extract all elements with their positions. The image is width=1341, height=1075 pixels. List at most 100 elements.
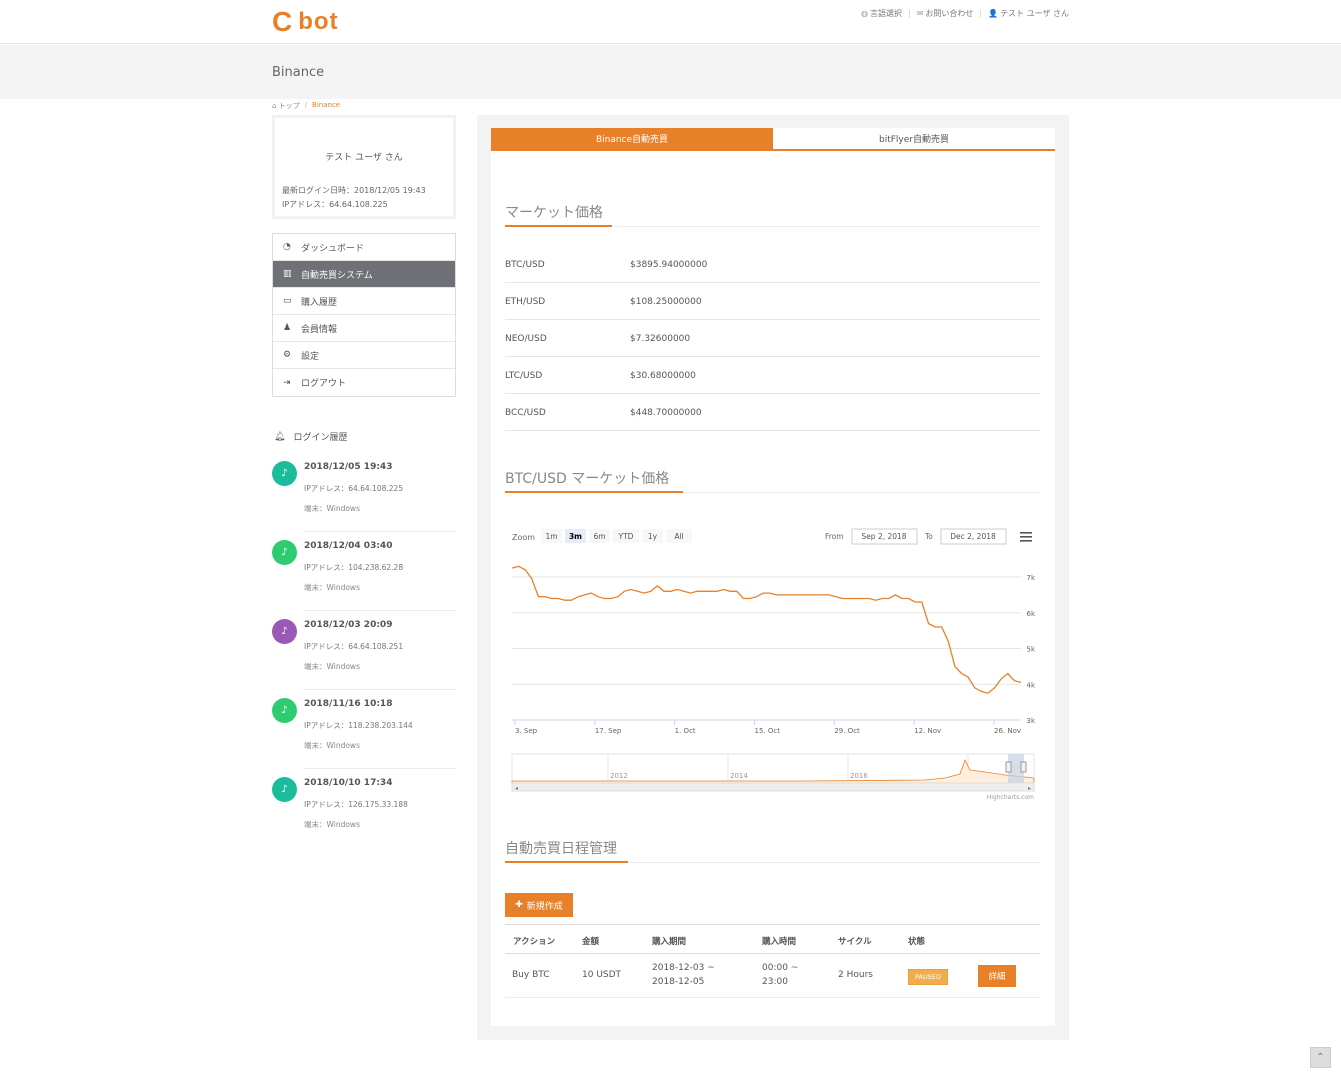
sidebar-item-purchase-history[interactable]: ▭ 購入履歴 [273, 288, 455, 315]
x-tick-label: 12. Nov [914, 727, 941, 735]
scroll-right-icon[interactable]: ▸ [1028, 785, 1031, 792]
pair-label: BTC/USD [505, 260, 545, 270]
breadcrumb-home[interactable]: ⌂ トップ [272, 101, 300, 111]
list-item: ♪ 2018/11/16 10:18 IPアドレス：118.238.203.14… [272, 689, 456, 769]
x-tick-label: 15. Oct [755, 727, 781, 735]
bell-icon: ♪ [272, 461, 297, 486]
contact-link[interactable]: ✉ お問い合わせ [917, 8, 974, 19]
list-item: ♪ 2018/10/10 17:34 IPアドレス：126.175.33.188… [272, 768, 456, 847]
exchange-tabs: Binance自動売買 bitFlyer自動売買 [491, 128, 1055, 151]
table-row: LTC/USD $30.68000000 [505, 357, 1040, 394]
top-bar: C bot ◍ 言語選択 | ✉ お問い合わせ | 👤 テスト ユーザ さん [0, 0, 1341, 44]
new-schedule-button[interactable]: ✚ 新規作成 [505, 893, 573, 917]
user-icon: ♟ [283, 323, 292, 333]
zoom-button-label: 6m [593, 532, 605, 541]
table-row: ETH/USD $108.25000000 [505, 283, 1040, 320]
chart-credit[interactable]: Highcharts.com [987, 794, 1034, 801]
profile-ip: IPアドレス：64.64.108.225 [282, 200, 388, 209]
chevron-up-icon: ⌃ [1316, 1052, 1325, 1063]
tab-bitflyer[interactable]: bitFlyer自動売買 [773, 128, 1055, 149]
language-link[interactable]: ◍ 言語選択 [861, 8, 902, 19]
card-icon: ▭ [283, 296, 292, 306]
navigator-scrollbar[interactable] [511, 782, 1035, 792]
sidebar-item-logout[interactable]: ⇥ ログアウト [273, 369, 455, 396]
price-value: $108.25000000 [630, 297, 702, 307]
divider: | [907, 9, 911, 18]
login-time: 2018/12/03 20:09 [304, 620, 393, 630]
login-device: 端末：Windows [304, 662, 360, 671]
y-tick-label: 5k [1026, 646, 1035, 654]
login-device: 端末：Windows [304, 504, 360, 513]
price-value: $7.32600000 [630, 334, 691, 344]
cell-period-to: 2018-12-05 [652, 977, 705, 987]
price-value: $30.68000000 [630, 371, 696, 381]
login-time: 2018/10/10 17:34 [304, 778, 393, 788]
login-device: 端末：Windows [304, 583, 360, 592]
tab-binance[interactable]: Binance自動売買 [491, 128, 773, 149]
zoom-button-label: YTD [618, 532, 634, 541]
col-cycle: サイクル [838, 937, 872, 947]
zoom-button-label: 1m [545, 532, 557, 541]
from-label: From [825, 532, 844, 541]
cell-cycle: 2 Hours [838, 970, 873, 980]
btc-price-line [511, 565, 1022, 694]
table-header: アクション 金額 購入期間 購入時間 サイクル 状態 [505, 924, 1040, 954]
breadcrumb-separator: / [304, 101, 308, 109]
login-ip: IPアドレス：104.238.62.28 [304, 563, 404, 572]
x-axis-ticks: 3. Sep 17. Sep 1. Oct 15. Oct 29. Oct 12. Nov… [514, 720, 1021, 735]
price-value: $3895.94000000 [630, 260, 708, 270]
title-underline [505, 861, 628, 863]
bell-icon: ♪ [272, 619, 297, 644]
navigator-handle-right[interactable] [1020, 761, 1027, 773]
schedule-table: アクション 金額 購入期間 購入時間 サイクル 状態 Buy BTC 10 US… [505, 924, 1040, 998]
to-label: To [924, 532, 933, 541]
table-row: NEO/USD $7.32600000 [505, 320, 1040, 357]
x-tick-label: 3. Sep [515, 727, 538, 735]
btc-chart-title: BTC/USD マーケット価格 [505, 471, 670, 487]
bell-icon: ♪ [272, 777, 297, 802]
col-action: アクション [513, 937, 556, 947]
zoom-button-label: 3m [569, 532, 582, 541]
profile-card: テスト ユーザ さん 最新ログイン日時：2018/12/05 19:43 IPア… [272, 115, 456, 219]
cell-action: Buy BTC [512, 970, 550, 980]
sidebar-item-member-info[interactable]: ♟ 会員情報 [273, 315, 455, 342]
pair-label: ETH/USD [505, 297, 546, 307]
bell-icon: ♪ [272, 540, 297, 565]
profile-name: テスト ユーザ さん [325, 153, 403, 163]
schedule-title: 自動売買日程管理 [505, 841, 617, 857]
page-title: Binance [272, 65, 325, 80]
sidebar-item-settings[interactable]: ⚙ 設定 [273, 342, 455, 369]
login-ip: IPアドレス：126.175.33.188 [304, 800, 408, 809]
top-links: ◍ 言語選択 | ✉ お問い合わせ | 👤 テスト ユーザ さん [861, 8, 1069, 19]
scroll-top-button[interactable]: ⌃ [1310, 1047, 1331, 1068]
navigator-handle-left[interactable] [1005, 761, 1012, 773]
title-bar: Binance [0, 45, 1341, 99]
globe-icon: ◍ [861, 9, 868, 18]
user-link[interactable]: 👤 テスト ユーザ さん [988, 8, 1069, 19]
col-amount: 金額 [582, 937, 600, 947]
plus-icon: ✚ [515, 900, 523, 910]
login-time: 2018/11/16 10:18 [304, 699, 393, 709]
login-device: 端末：Windows [304, 741, 360, 750]
detail-button[interactable]: 詳細 [978, 965, 1016, 987]
sidebar-item-auto-trade[interactable]: ▥ 自動売買システム [273, 261, 455, 288]
from-date-value: Sep 2, 2018 [861, 532, 906, 541]
sidebar-item-dashboard[interactable]: ◔ ダッシュボード [273, 234, 455, 261]
chart-grid [512, 576, 1021, 721]
home-icon: ⌂ [272, 102, 277, 110]
login-time: 2018/12/04 03:40 [304, 541, 393, 551]
navigator-tick-label: 2012 [610, 772, 628, 780]
x-tick-label: 1. Oct [675, 727, 696, 735]
navigator-tick-label: 2016 [850, 772, 868, 780]
y-axis-ticks: 3k 4k 5k 6k 7k [1026, 574, 1035, 725]
breadcrumb: ⌂ トップ / Binance [272, 101, 340, 111]
title-underline [505, 225, 612, 227]
scroll-left-icon[interactable]: ◂ [515, 785, 518, 792]
login-history-list: ♪ 2018/12/05 19:43 IPアドレス：64.64.108.225 … [272, 452, 456, 847]
logo[interactable]: C bot [272, 8, 339, 36]
login-time: 2018/12/05 19:43 [304, 462, 393, 472]
menu-icon[interactable] [1020, 532, 1032, 542]
zoom-label: Zoom [512, 533, 535, 542]
x-tick-label: 29. Oct [834, 727, 860, 735]
user-icon: 👤 [988, 9, 999, 18]
